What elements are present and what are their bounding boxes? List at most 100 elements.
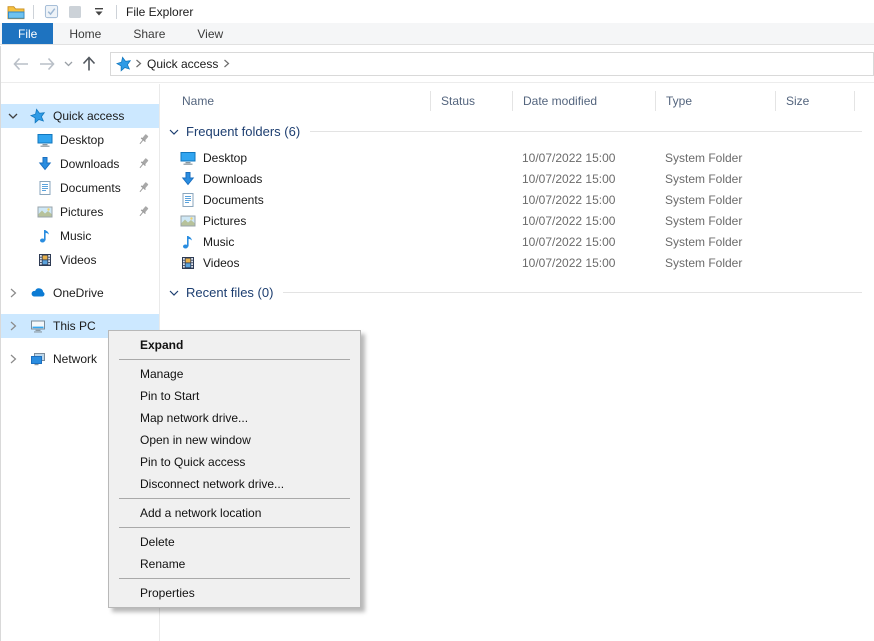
chevron-right-icon[interactable] (6, 288, 20, 298)
chevron-down-icon[interactable] (169, 290, 179, 297)
file-row-desktop[interactable]: Desktop 10/07/2022 15:00 System Folder (160, 147, 874, 168)
sidebar-item-label: Videos (60, 253, 159, 267)
file-type: System Folder (655, 193, 775, 207)
network-icon (30, 351, 46, 367)
sidebar-item-pictures[interactable]: Pictures (0, 200, 159, 224)
file-name: Desktop (203, 151, 247, 165)
column-header-name[interactable]: Name (160, 91, 430, 111)
chevron-right-icon[interactable] (6, 354, 20, 364)
menu-item-pin-to-quick-access[interactable]: Pin to Quick access (109, 451, 360, 473)
menu-item-delete[interactable]: Delete (109, 531, 360, 553)
column-header-size[interactable]: Size (775, 91, 855, 111)
tab-file[interactable]: File (2, 23, 53, 44)
pin-icon (137, 205, 151, 219)
titlebar-divider (33, 5, 34, 19)
file-row-pictures[interactable]: Pictures 10/07/2022 15:00 System Folder (160, 210, 874, 231)
file-date-modified: 10/07/2022 15:00 (512, 214, 655, 228)
back-icon[interactable] (8, 51, 34, 77)
file-row-videos[interactable]: Videos 10/07/2022 15:00 System Folder (160, 252, 874, 273)
group-header-frequent-folders[interactable]: Frequent folders (6) (160, 121, 874, 141)
sidebar-item-quick-access[interactable]: Quick access (0, 104, 159, 128)
titlebar-divider (116, 5, 117, 19)
column-header-date-modified[interactable]: Date modified (512, 91, 655, 111)
group-header-recent-files[interactable]: Recent files (0) (160, 282, 874, 302)
menu-item-add-network-location[interactable]: Add a network location (109, 502, 360, 524)
group-header-label: Recent files (0) (186, 285, 273, 300)
menu-separator (119, 578, 350, 579)
sidebar-item-label: Music (60, 229, 159, 243)
up-icon[interactable] (76, 51, 102, 77)
sidebar-item-label: Quick access (53, 109, 159, 123)
file-row-downloads[interactable]: Downloads 10/07/2022 15:00 System Folder (160, 168, 874, 189)
desktop-icon (37, 132, 53, 148)
group-header-rule (310, 131, 862, 132)
music-icon (37, 228, 53, 244)
breadcrumb-item[interactable]: Quick access (147, 57, 218, 71)
sidebar-item-label: Pictures (60, 205, 137, 219)
menu-item-rename[interactable]: Rename (109, 553, 360, 575)
file-row-documents[interactable]: Documents 10/07/2022 15:00 System Folder (160, 189, 874, 210)
pictures-icon (37, 204, 53, 220)
file-type: System Folder (655, 214, 775, 228)
onedrive-icon (30, 285, 46, 301)
this-pc-icon (30, 318, 46, 334)
column-header-status[interactable]: Status (430, 91, 512, 111)
videos-icon (37, 252, 53, 268)
chevron-right-icon[interactable] (6, 321, 20, 331)
menu-separator (119, 498, 350, 499)
file-name: Downloads (203, 172, 262, 186)
file-date-modified: 10/07/2022 15:00 (512, 151, 655, 165)
sidebar-item-music[interactable]: Music (0, 224, 159, 248)
tab-home[interactable]: Home (53, 23, 117, 44)
sidebar-item-label: Desktop (60, 133, 137, 147)
menu-item-pin-to-start[interactable]: Pin to Start (109, 385, 360, 407)
downloads-icon (180, 171, 196, 187)
chevron-down-icon[interactable] (6, 113, 20, 120)
file-name: Pictures (203, 214, 246, 228)
tab-view[interactable]: View (181, 23, 239, 44)
desktop-icon (180, 150, 196, 166)
menu-item-disconnect-network-drive[interactable]: Disconnect network drive... (109, 473, 360, 495)
menu-item-properties[interactable]: Properties (109, 582, 360, 604)
tab-share[interactable]: Share (117, 23, 181, 44)
pin-icon (137, 157, 151, 171)
chevron-down-icon[interactable] (169, 129, 179, 136)
file-name: Music (203, 235, 234, 249)
forward-icon[interactable] (34, 51, 60, 77)
file-type: System Folder (655, 151, 775, 165)
file-rows: Desktop 10/07/2022 15:00 System Folder D… (160, 147, 874, 273)
recent-locations-chevron-icon[interactable] (60, 51, 76, 77)
sidebar-item-documents[interactable]: Documents (0, 176, 159, 200)
file-row-music[interactable]: Music 10/07/2022 15:00 System Folder (160, 231, 874, 252)
pictures-icon (180, 213, 196, 229)
quick-access-star-icon (116, 56, 132, 72)
music-icon (180, 234, 196, 250)
sidebar-item-downloads[interactable]: Downloads (0, 152, 159, 176)
sidebar-item-videos[interactable]: Videos (0, 248, 159, 272)
qat-properties-icon[interactable] (42, 3, 60, 21)
menu-item-expand[interactable]: Expand (109, 334, 360, 356)
qat-customize-dropdown-icon[interactable] (90, 3, 108, 21)
context-menu: Expand Manage Pin to Start Map network d… (108, 330, 361, 608)
column-header-type[interactable]: Type (655, 91, 775, 111)
address-bar[interactable]: Quick access (110, 52, 874, 76)
sidebar-item-onedrive[interactable]: OneDrive (0, 281, 159, 305)
file-name: Videos (203, 256, 239, 270)
file-date-modified: 10/07/2022 15:00 (512, 193, 655, 207)
menu-item-open-in-new-window[interactable]: Open in new window (109, 429, 360, 451)
breadcrumb-chevron-icon (135, 59, 142, 68)
documents-icon (180, 192, 196, 208)
sidebar-item-label: OneDrive (53, 286, 159, 300)
quick-access-star-icon (30, 108, 46, 124)
breadcrumb-chevron-icon[interactable] (223, 59, 230, 68)
menu-separator (119, 359, 350, 360)
menu-item-manage[interactable]: Manage (109, 363, 360, 385)
navigation-bar: Quick access (0, 45, 874, 83)
sidebar-item-desktop[interactable]: Desktop (0, 128, 159, 152)
menu-item-map-network-drive[interactable]: Map network drive... (109, 407, 360, 429)
file-type: System Folder (655, 172, 775, 186)
window-title: File Explorer (126, 5, 193, 19)
group-header-rule (283, 292, 862, 293)
title-bar: File Explorer (0, 0, 874, 23)
qat-newfolder-icon[interactable] (66, 3, 84, 21)
